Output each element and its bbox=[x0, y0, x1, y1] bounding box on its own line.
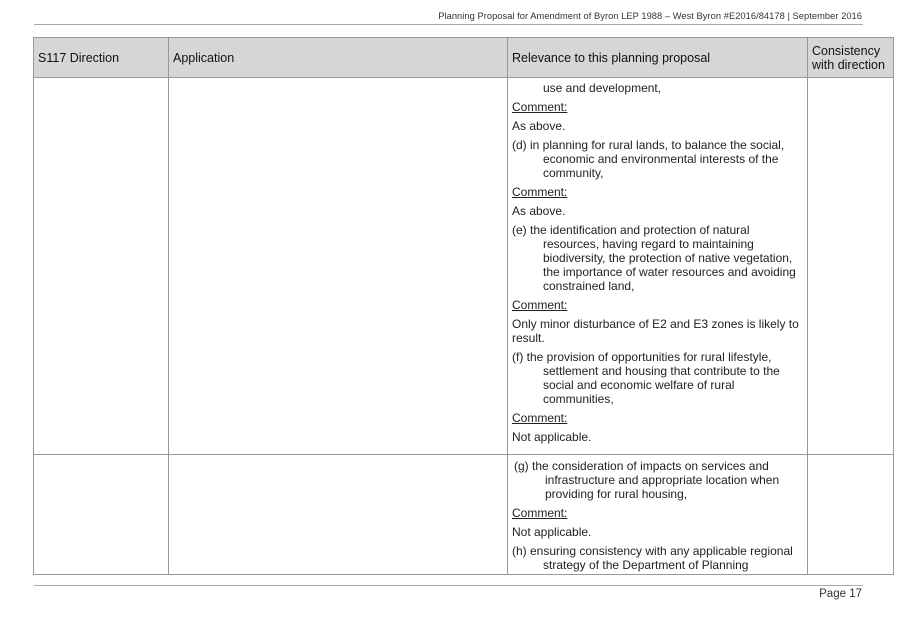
consistency-cell bbox=[807, 454, 894, 575]
comment-text: Not applicable. bbox=[512, 525, 592, 539]
objective-item-d: (d) in planning for rural lands, to bala… bbox=[512, 138, 785, 180]
table-row: use and development, Comment: As above. … bbox=[33, 77, 894, 455]
page-number: Page 17 bbox=[819, 588, 862, 600]
s117-direction-cell bbox=[33, 454, 169, 575]
consistency-cell bbox=[807, 77, 894, 455]
column-header-application: Application bbox=[168, 37, 508, 78]
footer-divider bbox=[34, 585, 863, 586]
application-cell bbox=[168, 454, 508, 575]
column-header-s117-direction: S117 Direction bbox=[33, 37, 169, 78]
comment-heading: Comment: bbox=[512, 185, 568, 199]
comment-heading: Comment: bbox=[512, 100, 568, 114]
table-header-row: S117 Direction Application Relevance to … bbox=[33, 37, 894, 78]
header-divider bbox=[34, 24, 863, 25]
relevance-text: use and development, bbox=[543, 81, 662, 95]
comment-heading: Comment: bbox=[512, 506, 568, 520]
s117-direction-cell bbox=[33, 77, 169, 455]
objective-item-f: (f) the provision of opportunities for r… bbox=[512, 350, 780, 406]
column-header-consistency: Consistency with direction bbox=[807, 37, 894, 78]
relevance-cell: (g) the consideration of impacts on serv… bbox=[507, 454, 808, 575]
comment-text: Not applicable. bbox=[512, 430, 592, 444]
comment-heading: Comment: bbox=[512, 298, 568, 312]
relevance-cell: use and development, Comment: As above. … bbox=[507, 77, 808, 455]
running-header: Planning Proposal for Amendment of Byron… bbox=[438, 11, 862, 21]
column-header-relevance: Relevance to this planning proposal bbox=[507, 37, 808, 78]
objective-item-h: (h) ensuring consistency with any applic… bbox=[512, 544, 793, 572]
table-row: (g) the consideration of impacts on serv… bbox=[33, 454, 894, 575]
comment-text: Only minor disturbance of E2 and E3 zone… bbox=[512, 317, 799, 345]
s117-direction-table: S117 Direction Application Relevance to … bbox=[33, 37, 894, 575]
comment-text: As above. bbox=[512, 204, 566, 218]
comment-heading: Comment: bbox=[512, 411, 568, 425]
objective-item-g: (g) the consideration of impacts on serv… bbox=[514, 459, 780, 501]
comment-text: As above. bbox=[512, 119, 566, 133]
objective-item-e: (e) the identification and protection of… bbox=[512, 223, 796, 293]
application-cell bbox=[168, 77, 508, 455]
